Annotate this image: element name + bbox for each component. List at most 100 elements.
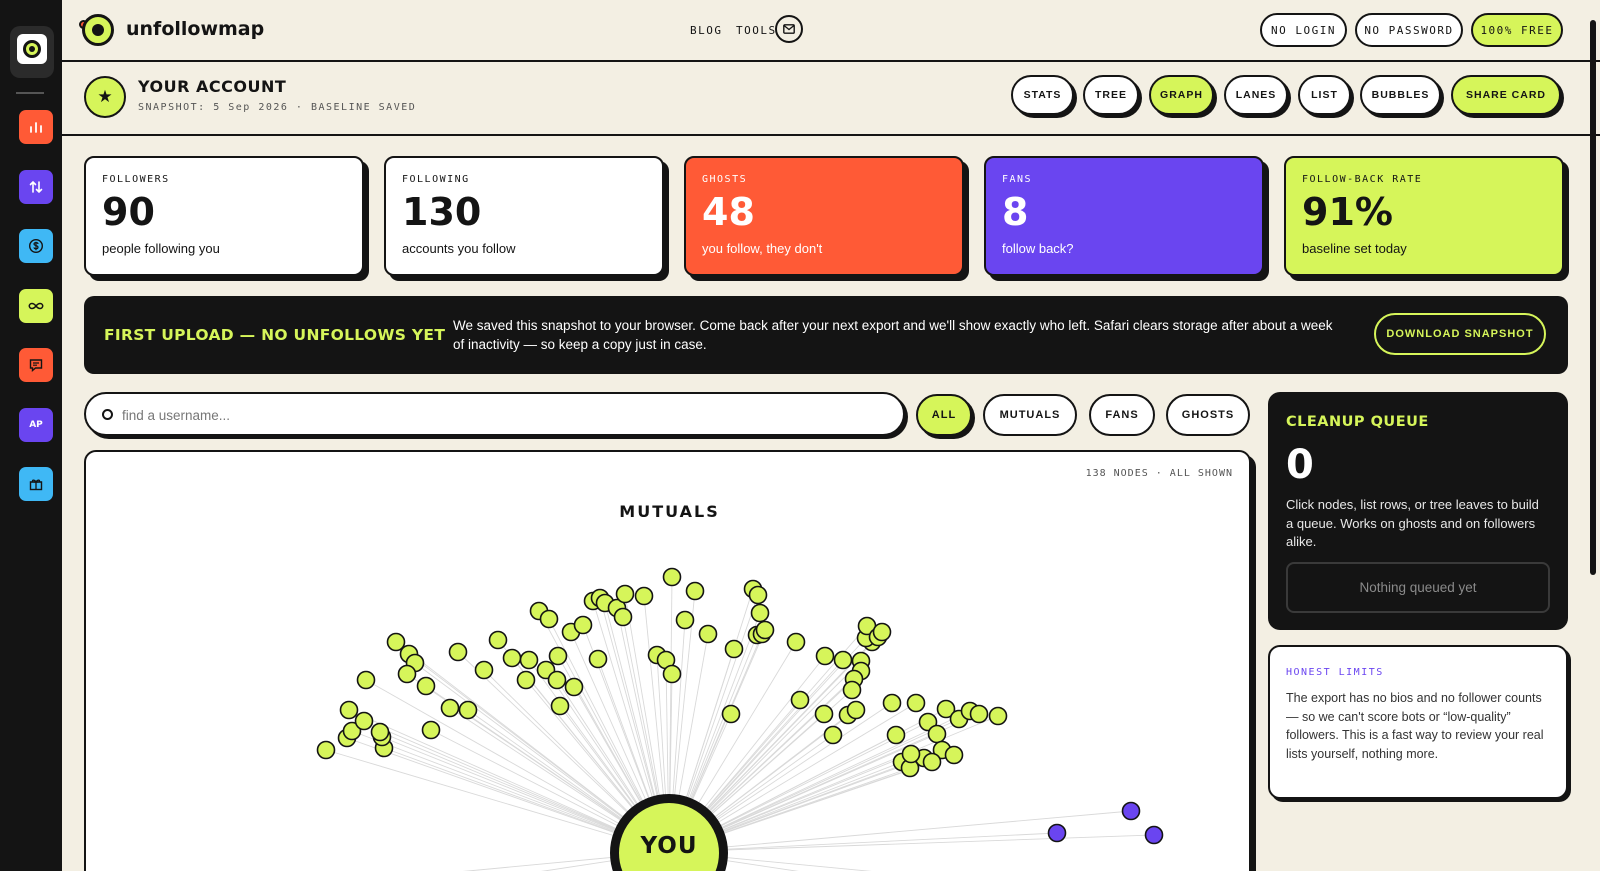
mutual-node[interactable] [901,744,921,764]
stat-card-ghosts[interactable]: GHOSTS 48 you follow, they don't [684,156,964,276]
mutual-node[interactable] [588,649,608,669]
mutual-node[interactable] [790,690,810,710]
mutual-node[interactable] [748,585,768,605]
queue-title: CLEANUP QUEUE [1286,414,1429,430]
mutual-node[interactable] [750,603,770,623]
mutual-node[interactable] [488,630,508,650]
mutual-node[interactable] [906,693,926,713]
rail-divider [16,92,44,94]
mutual-node[interactable] [922,752,942,772]
mutual-node[interactable] [662,567,682,587]
mutual-node[interactable] [662,664,682,684]
filter-ghosts[interactable]: GHOSTS [1166,394,1250,436]
mutual-node[interactable] [474,660,494,680]
network-graph[interactable]: 138 NODES · ALL SHOWN MUTUALS YOU [84,450,1251,871]
mutual-node[interactable] [516,670,536,690]
mutual-node[interactable] [615,584,635,604]
tab-graph[interactable]: GRAPH [1149,75,1214,115]
tab-tree[interactable]: TREE [1083,75,1139,115]
tab-lanes[interactable]: LANES [1224,75,1288,115]
mutual-node[interactable] [448,642,468,662]
mutual-node[interactable] [698,624,718,644]
honest-limits-panel: HONEST LIMITS The export has no bios and… [1268,645,1568,799]
banner-text: We saved this snapshot to your browser. … [453,318,1333,352]
nav-blog-link[interactable]: BLOG [690,24,723,37]
filter-all[interactable]: ALL [916,394,972,436]
tab-stats[interactable]: STATS [1011,75,1074,115]
mutual-node[interactable] [502,648,522,668]
mutual-node[interactable] [675,610,695,630]
tab-bubbles[interactable]: BUBBLES [1360,75,1441,115]
star-icon: ★ [84,76,126,118]
mutual-node[interactable] [842,680,862,700]
mutual-node[interactable] [548,646,568,666]
nav-tools-link[interactable]: TOOLS [736,24,777,37]
dollar-icon [28,238,44,254]
page-scrollbar[interactable] [1590,20,1596,575]
mutual-node[interactable] [421,720,441,740]
rail-item-pricing[interactable] [19,229,53,263]
rail-item-compare[interactable] [19,170,53,204]
fan-node[interactable] [1144,825,1164,845]
bar-chart-icon [30,122,42,133]
mutual-node[interactable] [397,664,417,684]
mutual-node[interactable] [564,677,584,697]
mutual-node[interactable] [815,646,835,666]
filter-fans[interactable]: FANS [1089,394,1155,436]
mutual-node[interactable] [724,639,744,659]
mutual-node[interactable] [988,706,1008,726]
brand-name[interactable]: unfollowmap [126,18,264,40]
mutual-node[interactable] [519,650,539,670]
mutual-node[interactable] [944,745,964,765]
queue-count: 0 [1286,442,1314,488]
mail-button[interactable] [775,15,803,43]
tab-list[interactable]: LIST [1298,75,1351,115]
no-password-badge: NO PASSWORD [1355,13,1463,47]
mutual-node[interactable] [886,725,906,745]
mutual-node[interactable] [833,650,853,670]
first-upload-banner: FIRST UPLOAD — NO UNFOLLOWS YET We saved… [84,296,1568,374]
mutual-node[interactable] [613,607,633,627]
mutual-node[interactable] [458,700,478,720]
mutual-node[interactable] [927,724,947,744]
mutual-node[interactable] [339,700,359,720]
mutual-node[interactable] [786,632,806,652]
download-snapshot-button[interactable]: DOWNLOAD SNAPSHOT [1374,313,1546,355]
mutual-node[interactable] [547,670,567,690]
mutual-node[interactable] [539,609,559,629]
mutual-node[interactable] [755,620,775,640]
mutual-node[interactable] [846,700,866,720]
mutual-node[interactable] [440,698,460,718]
mutual-node[interactable] [354,711,374,731]
filter-mutuals[interactable]: MUTUALS [983,394,1077,436]
mutual-node[interactable] [814,704,834,724]
fan-node[interactable] [1121,801,1141,821]
rail-item-feedback[interactable] [19,348,53,382]
stat-description: people following you [102,241,220,256]
mutual-node[interactable] [370,722,390,742]
search-input[interactable] [122,404,882,426]
mutual-node[interactable] [872,622,892,642]
mutual-node[interactable] [356,670,376,690]
mutual-node[interactable] [969,704,989,724]
mutual-node[interactable] [416,676,436,696]
mutual-node[interactable] [685,581,705,601]
app-logo-button[interactable] [10,26,54,78]
fan-node[interactable] [1047,823,1067,843]
share-card-button[interactable]: SHARE CARD [1451,75,1561,115]
rail-item-gift[interactable] [19,467,53,501]
mutual-node[interactable] [634,586,654,606]
mutual-node[interactable] [721,704,741,724]
mutual-node[interactable] [316,740,336,760]
mutual-node[interactable] [823,725,843,745]
rail-item-ap[interactable]: AP [19,408,53,442]
stat-card-fans[interactable]: FANS 8 follow back? [984,156,1264,276]
mutual-node[interactable] [550,696,570,716]
rail-item-mutuals[interactable] [19,289,53,323]
brand-logo-icon[interactable] [82,14,114,46]
snapshot-subtitle: SNAPSHOT: 5 Sep 2026 · BASELINE SAVED [138,102,417,113]
rail-item-stats[interactable] [19,110,53,144]
mutual-node[interactable] [882,693,902,713]
mutual-node[interactable] [573,615,593,635]
username-search[interactable] [84,392,905,436]
